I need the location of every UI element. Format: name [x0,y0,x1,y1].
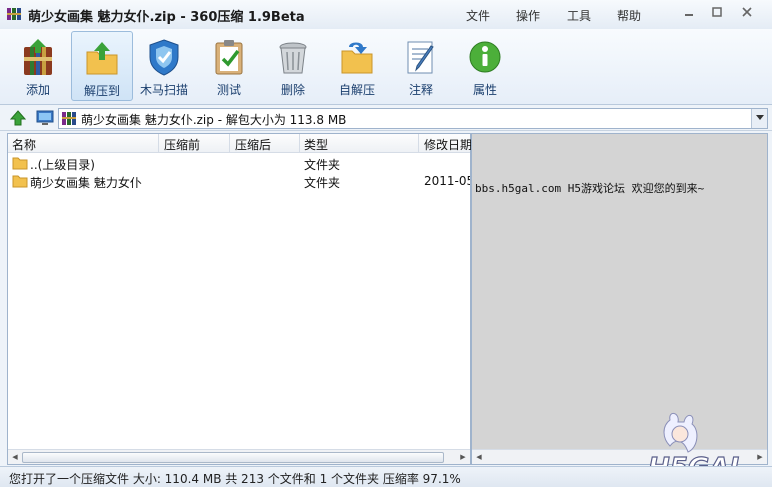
item-type: 文件夹 [304,158,341,172]
scroll-right-arrow-icon[interactable]: ▶ [457,451,469,463]
scroll-left-arrow-icon[interactable]: ◀ [473,451,485,463]
maximize-icon [712,7,722,17]
status-text: 您打开了一个压缩文件 大小: 110.4 MB 共 213 个文件和 1 个文件… [9,472,461,486]
close-icon [742,7,752,17]
maximize-button[interactable] [704,4,730,22]
close-button[interactable] [734,4,760,22]
trash-icon [279,42,307,74]
menu-tools[interactable]: 工具 [567,7,591,24]
test-button[interactable]: 测试 [199,31,259,99]
comment-label: 注释 [408,83,433,97]
add-label: 添加 [25,83,50,97]
item-type: 文件夹 [304,176,341,190]
chevron-down-icon [755,115,764,120]
archive-comment: bbs.h5gal.com H5游戏论坛 欢迎您的到来~ [475,182,705,195]
list-item[interactable]: ..(上级目录) 文件夹 [8,154,470,172]
delete-button[interactable]: 删除 [263,31,323,99]
add-archive-icon [24,39,52,75]
extract-folder-icon [86,42,118,75]
column-type[interactable]: 类型 [304,136,328,153]
comment-button[interactable]: 注释 [391,31,451,99]
self-extract-button[interactable]: 自解压 [327,31,387,99]
window-title: 萌少女画集 魅力女仆.zip - 360压缩 1.9Beta [28,10,305,25]
folder-icon [12,157,28,170]
address-bar: 萌少女画集 魅力女仆.zip - 解包大小为 113.8 MB [0,106,772,131]
virus-scan-button[interactable]: 木马扫描 [134,31,194,99]
info-icon [469,41,501,73]
list-item[interactable]: 萌少女画集 魅力女仆 文件夹 2011-05 [8,172,470,190]
scroll-left-arrow-icon[interactable]: ◀ [9,451,21,463]
delete-label: 删除 [280,83,305,97]
item-name: ..(上级目录) [30,158,95,172]
menu-help[interactable]: 帮助 [617,7,641,24]
test-clipboard-icon [215,40,243,75]
address-path: 萌少女画集 魅力女仆.zip - 解包大小为 113.8 MB [81,113,347,127]
comment-icon [407,41,434,74]
extract-to-label: 解压到 [83,84,120,98]
properties-button[interactable]: 属性 [455,31,515,99]
horizontal-scrollbar[interactable]: ◀ ▶ [8,449,470,464]
test-label: 测试 [216,83,241,97]
add-button[interactable]: 添加 [8,31,68,99]
properties-label: 属性 [472,83,497,97]
column-size-before[interactable]: 压缩前 [164,136,200,153]
self-extract-label: 自解压 [338,83,375,97]
menu-file[interactable]: 文件 [466,7,490,24]
archive-app-icon [7,8,21,20]
self-extract-icon [341,42,373,74]
minimize-icon [685,14,693,16]
shield-scan-icon [149,39,179,76]
column-modified-date[interactable]: 修改日期 [424,136,472,153]
minimize-button[interactable] [676,4,702,22]
item-name: 萌少女画集 魅力女仆 [30,176,142,190]
computer-icon[interactable] [36,110,54,126]
virus-scan-label: 木马扫描 [139,83,188,97]
address-dropdown-button[interactable] [751,109,767,128]
title-bar: 萌少女画集 魅力女仆.zip - 360压缩 1.9Beta 文件 操作 工具 … [0,0,772,30]
scrollbar-thumb[interactable] [22,452,444,463]
zip-file-icon [62,112,76,125]
toolbar: 添加 解压到 木马扫描 测试 删除 自解压 注释 属性 [0,29,772,105]
up-arrow-icon[interactable] [10,110,26,126]
file-list[interactable]: 名称 压缩前 压缩后 类型 修改日期 ..(上级目录) 文件夹 萌少女画集 魅力… [7,133,472,465]
column-name[interactable]: 名称 [12,136,36,153]
scroll-right-arrow-icon[interactable]: ▶ [754,451,766,463]
column-size-after[interactable]: 压缩后 [235,136,271,153]
folder-icon [12,175,28,188]
item-date: 2011-05 [424,174,470,188]
address-field[interactable]: 萌少女画集 魅力女仆.zip - 解包大小为 113.8 MB [58,108,768,129]
column-header-row: 名称 压缩前 压缩后 类型 修改日期 [8,134,472,153]
extract-to-button[interactable]: 解压到 [71,31,133,101]
menu-operation[interactable]: 操作 [516,7,540,24]
status-bar: 您打开了一个压缩文件 大小: 110.4 MB 共 213 个文件和 1 个文件… [0,466,772,487]
